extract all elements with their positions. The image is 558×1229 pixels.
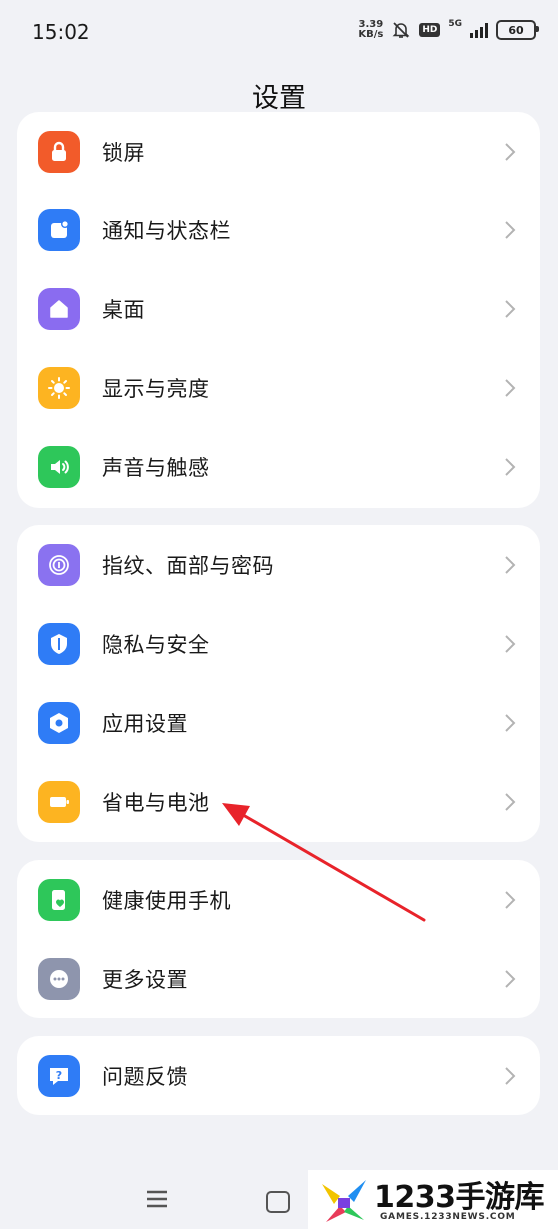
watermark-subtitle: GAMES.1233NEWS.COM bbox=[380, 1212, 516, 1222]
settings-item-label: 桌面 bbox=[102, 297, 145, 322]
menu-icon[interactable] bbox=[146, 1190, 168, 1208]
settings-item-lock-screen[interactable]: 锁屏 bbox=[17, 112, 540, 191]
chevron-right-icon bbox=[505, 555, 516, 574]
network-type-label: 5G bbox=[448, 19, 462, 29]
chevron-right-icon bbox=[505, 299, 516, 318]
settings-item-sound-haptics[interactable]: 声音与触感 bbox=[17, 427, 540, 506]
chevron-right-icon bbox=[505, 457, 516, 476]
watermark-title: 1233手游库 bbox=[374, 1180, 545, 1215]
status-bar: 15:02 3.39 KB/s HD 5G 60 bbox=[0, 0, 558, 64]
settings-item-more-settings[interactable]: 更多设置 bbox=[17, 939, 540, 1018]
chevron-right-icon bbox=[505, 1066, 516, 1085]
settings-item-label: 指纹、面部与密码 bbox=[102, 553, 274, 578]
chevron-right-icon bbox=[505, 378, 516, 397]
fingerprint-icon bbox=[38, 543, 80, 586]
settings-item-label: 通知与状态栏 bbox=[102, 218, 231, 243]
battery-saver-icon bbox=[38, 780, 80, 823]
settings-item-display-brightness[interactable]: 显示与亮度 bbox=[17, 348, 540, 427]
settings-group-display: 锁屏 通知与状态栏 桌面 显示与亮度 声音与触感 bbox=[17, 112, 540, 508]
watermark: 1233手游库 GAMES.1233NEWS.COM bbox=[308, 1170, 558, 1229]
notification-icon bbox=[38, 208, 80, 251]
settings-item-healthy-phone-use[interactable]: 健康使用手机 bbox=[17, 860, 540, 939]
hd-badge: HD bbox=[419, 23, 441, 37]
settings-item-label: 省电与电池 bbox=[102, 790, 210, 815]
settings-item-label: 健康使用手机 bbox=[102, 888, 231, 913]
settings-item-desktop[interactable]: 桌面 bbox=[17, 269, 540, 348]
chevron-right-icon bbox=[505, 713, 516, 732]
settings-item-privacy-security[interactable]: 隐私与安全 bbox=[17, 604, 540, 683]
settings-item-label: 问题反馈 bbox=[102, 1064, 188, 1089]
page-title: 设置 bbox=[252, 83, 306, 114]
battery-icon: 60 bbox=[496, 20, 539, 40]
feedback-icon: ? bbox=[38, 1054, 80, 1097]
healthy-use-icon bbox=[38, 878, 80, 921]
svg-text:?: ? bbox=[56, 1069, 62, 1082]
network-speed: 3.39 KB/s bbox=[358, 20, 383, 40]
signal-icon bbox=[470, 22, 488, 38]
settings-item-label: 锁屏 bbox=[102, 140, 145, 165]
battery-level: 60 bbox=[508, 23, 524, 37]
more-icon bbox=[38, 957, 80, 1000]
shield-icon bbox=[38, 622, 80, 665]
settings-item-label: 显示与亮度 bbox=[102, 376, 210, 401]
network-speed-unit: KB/s bbox=[358, 29, 384, 40]
chevron-right-icon bbox=[505, 634, 516, 653]
settings-item-battery[interactable]: 省电与电池 bbox=[17, 762, 540, 841]
chevron-right-icon bbox=[505, 890, 516, 909]
chevron-right-icon bbox=[505, 142, 516, 161]
lock-icon bbox=[38, 130, 80, 173]
settings-item-notifications[interactable]: 通知与状态栏 bbox=[17, 190, 540, 269]
settings-item-label: 应用设置 bbox=[102, 711, 188, 736]
settings-group-feedback: ? 问题反馈 bbox=[17, 1036, 540, 1115]
speaker-icon bbox=[38, 445, 80, 488]
settings-group-security: 指纹、面部与密码 隐私与安全 应用设置 省电与电池 bbox=[17, 525, 540, 842]
settings-item-label: 更多设置 bbox=[102, 967, 188, 992]
chevron-right-icon bbox=[505, 792, 516, 811]
chevron-right-icon bbox=[505, 969, 516, 988]
sun-icon bbox=[38, 366, 80, 409]
status-icons: 3.39 KB/s HD 5G 60 bbox=[358, 19, 539, 40]
home-button-icon[interactable] bbox=[266, 1191, 290, 1213]
settings-item-fingerprint-face-password[interactable]: 指纹、面部与密码 bbox=[17, 525, 540, 604]
settings-item-label: 声音与触感 bbox=[102, 455, 210, 480]
home-icon bbox=[38, 287, 80, 330]
watermark-logo-icon bbox=[322, 1180, 366, 1222]
settings-item-app-settings[interactable]: 应用设置 bbox=[17, 683, 540, 762]
mute-bell-icon bbox=[392, 22, 410, 38]
status-time: 15:02 bbox=[32, 20, 90, 44]
app-settings-icon bbox=[38, 701, 80, 744]
settings-group-other: 健康使用手机 更多设置 bbox=[17, 860, 540, 1018]
settings-item-feedback[interactable]: ? 问题反馈 bbox=[17, 1036, 540, 1115]
settings-item-label: 隐私与安全 bbox=[102, 632, 210, 657]
chevron-right-icon bbox=[505, 220, 516, 239]
